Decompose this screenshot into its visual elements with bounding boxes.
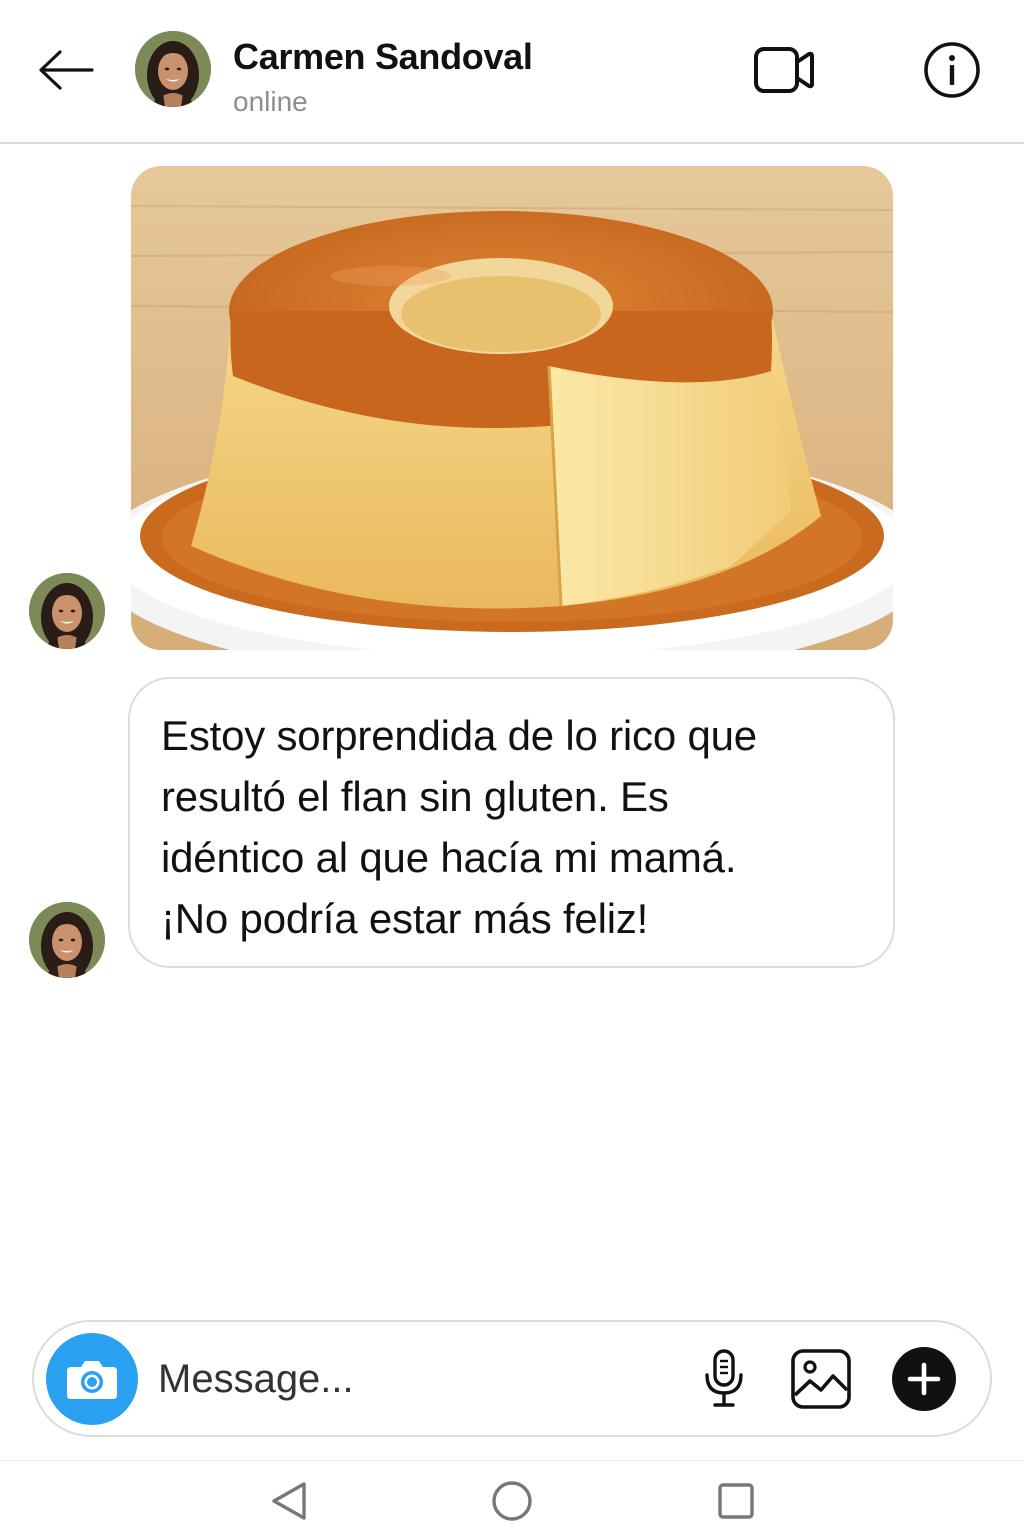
contact-name[interactable]: Carmen Sandoval [233,36,533,78]
sender-avatar[interactable] [29,902,105,978]
plus-icon [907,1362,941,1396]
nav-back-button[interactable] [265,1477,313,1525]
nav-home-icon [492,1481,532,1521]
system-nav-bar [0,1460,1024,1537]
nav-home-button[interactable] [488,1477,536,1525]
contact-status: online [233,86,308,117]
info-button[interactable] [918,36,986,104]
message-text-line: resultó el flan sin gluten. Es [161,773,669,820]
image-gallery-icon [791,1349,851,1409]
camera-button[interactable] [46,1333,138,1425]
video-call-icon [754,47,814,93]
back-button[interactable] [32,40,100,100]
arrow-left-icon [39,50,94,90]
info-icon [924,42,980,98]
microphone-button[interactable] [694,1344,754,1414]
nav-back-icon [272,1482,306,1520]
message-composer [32,1320,992,1437]
contact-avatar[interactable] [135,31,211,107]
nav-recents-button[interactable] [712,1477,760,1525]
microphone-icon [705,1349,743,1407]
camera-icon [67,1361,117,1399]
sender-avatar[interactable] [29,573,105,649]
flan-photo [131,166,893,650]
gallery-button[interactable] [786,1344,856,1414]
video-call-button[interactable] [748,38,820,102]
photo-message[interactable] [131,166,893,650]
message-text-line: ¡No podría estar más feliz! [161,895,649,942]
message-text-line: idéntico al que hacía mi mamá. [161,834,737,881]
chat-header: Carmen Sandoval online [0,0,1024,144]
message-text-line: Estoy sorprendida de lo rico que [161,712,757,759]
text-message-bubble[interactable]: Estoy sorprendida de lo rico que resultó… [128,677,895,968]
message-input[interactable] [158,1344,678,1414]
nav-recents-icon [718,1483,754,1519]
add-attachment-button[interactable] [892,1347,956,1411]
